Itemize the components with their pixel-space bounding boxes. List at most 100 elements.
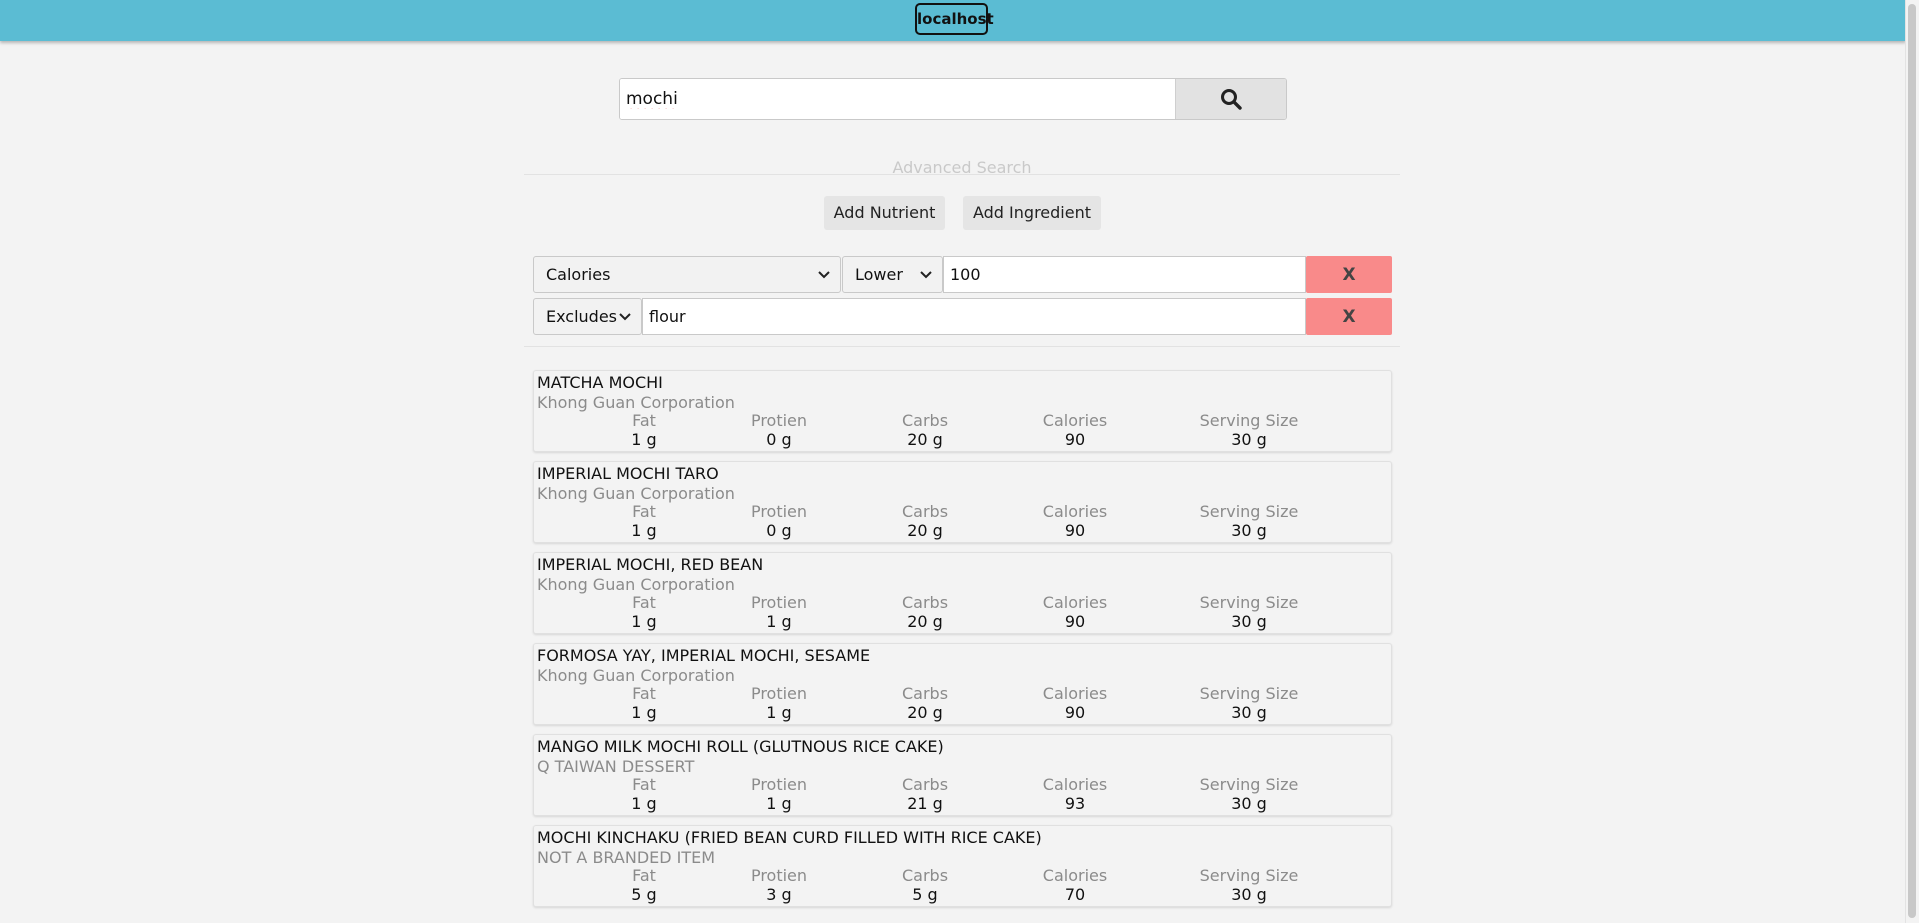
- stat-serving: Serving Size 30 g: [1200, 411, 1299, 449]
- stat-value: 90: [1064, 521, 1086, 540]
- result-card[interactable]: FORMOSA YAY, IMPERIAL MOCHI, SESAME Khon…: [533, 643, 1392, 725]
- stat-value: 1 g: [766, 612, 792, 631]
- result-card[interactable]: MATCHA MOCHI Khong Guan Corporation Fat 1…: [533, 370, 1392, 452]
- stat-label: Fat: [632, 593, 656, 612]
- stat-carbs: Carbs 21 g: [902, 775, 948, 813]
- stat-value: 90: [1064, 430, 1086, 449]
- scrollbar-thumb[interactable]: [1908, 4, 1916, 918]
- stat-label: Fat: [632, 775, 656, 794]
- stat-label: Serving Size: [1199, 866, 1299, 885]
- stat-label: Fat: [632, 684, 656, 703]
- nutrient-select[interactable]: Calories: [533, 256, 841, 293]
- stat-value: 20 g: [907, 612, 943, 631]
- ingredient-mode-select[interactable]: Excludes: [533, 298, 642, 335]
- stat-value: 20 g: [907, 430, 943, 449]
- result-brand: Khong Guan Corporation: [537, 575, 735, 594]
- stat-label: Fat: [632, 866, 656, 885]
- stat-value: 70: [1064, 885, 1086, 904]
- stat-label: Protien: [750, 684, 808, 703]
- result-name: IMPERIAL MOCHI, RED BEAN: [537, 555, 764, 574]
- stat-label: Calories: [1042, 593, 1108, 612]
- stat-fat: Fat 5 g: [631, 866, 656, 904]
- ingredient-mode-value: Excludes: [546, 307, 618, 326]
- stat-value: 1 g: [631, 794, 657, 813]
- stat-carbs: Carbs 5 g: [902, 866, 948, 904]
- stat-carbs: Carbs 20 g: [902, 593, 948, 631]
- nutrient-filter-row: Calories Lower 100 X: [533, 256, 1392, 293]
- remove-ingredient-filter-button[interactable]: X: [1306, 298, 1392, 335]
- stat-label: Calories: [1042, 684, 1108, 703]
- stat-protein: Protien 1 g: [751, 775, 807, 813]
- nutrient-select-value: Calories: [546, 265, 611, 284]
- results-list: MATCHA MOCHI Khong Guan Corporation Fat 1…: [533, 370, 1392, 916]
- result-brand: Q TAIWAN DESSERT: [537, 757, 695, 776]
- stat-protein: Protien 0 g: [751, 411, 807, 449]
- stat-protein: Protien 1 g: [751, 684, 807, 722]
- stat-label: Calories: [1042, 866, 1108, 885]
- stat-value: 30 g: [1231, 430, 1267, 449]
- stat-value: 30 g: [1231, 521, 1267, 540]
- stat-value: 30 g: [1231, 794, 1267, 813]
- stat-label: Serving Size: [1199, 593, 1299, 612]
- nutrient-value-input[interactable]: 100: [943, 256, 1306, 293]
- stat-serving: Serving Size 30 g: [1200, 775, 1299, 813]
- result-name: FORMOSA YAY, IMPERIAL MOCHI, SESAME: [537, 646, 871, 665]
- bound-select[interactable]: Lower: [842, 256, 943, 293]
- result-card[interactable]: MANGO MILK MOCHI ROLL (GLUTNOUS RICE CAK…: [533, 734, 1392, 816]
- stat-value: 30 g: [1231, 612, 1267, 631]
- stat-label: Serving Size: [1199, 775, 1299, 794]
- page-scrollbar[interactable]: [1905, 0, 1919, 923]
- result-card[interactable]: MOCHI KINCHAKU (FRIED BEAN CURD FILLED W…: [533, 825, 1392, 907]
- stat-label: Serving Size: [1199, 411, 1299, 430]
- stat-label: Carbs: [901, 775, 949, 794]
- stat-value: 1 g: [631, 703, 657, 722]
- stat-label: Serving Size: [1199, 502, 1299, 521]
- remove-nutrient-filter-button[interactable]: X: [1306, 256, 1392, 293]
- stat-value: 5 g: [912, 885, 938, 904]
- stat-label: Serving Size: [1199, 684, 1299, 703]
- stat-label: Calories: [1042, 775, 1108, 794]
- stat-calories: Calories 90: [1043, 593, 1107, 631]
- add-nutrient-button[interactable]: Add Nutrient: [824, 196, 945, 230]
- search-icon: [1221, 89, 1242, 110]
- stat-label: Fat: [632, 411, 656, 430]
- stat-value: 5 g: [631, 885, 657, 904]
- stat-fat: Fat 1 g: [631, 775, 656, 813]
- search-input[interactable]: [620, 79, 1175, 119]
- stat-calories: Calories 90: [1043, 502, 1107, 540]
- stat-value: 20 g: [907, 521, 943, 540]
- stat-value: 1 g: [766, 794, 792, 813]
- chevron-down-icon: [920, 270, 932, 278]
- advanced-search-label: Advanced Search: [892, 158, 1032, 177]
- stat-serving: Serving Size 30 g: [1200, 502, 1299, 540]
- search-button[interactable]: [1175, 79, 1286, 119]
- stat-protein: Protien 0 g: [751, 502, 807, 540]
- stat-value: 30 g: [1231, 885, 1267, 904]
- result-name: MOCHI KINCHAKU (FRIED BEAN CURD FILLED W…: [537, 828, 1042, 847]
- add-ingredient-button[interactable]: Add Ingredient: [963, 196, 1101, 230]
- stat-label: Protien: [750, 866, 808, 885]
- stat-value: 1 g: [631, 430, 657, 449]
- ingredient-filter-row: Excludes flour X: [533, 298, 1392, 335]
- host-badge: localhost: [915, 3, 994, 35]
- stat-serving: Serving Size 30 g: [1200, 593, 1299, 631]
- stat-label: Carbs: [901, 593, 949, 612]
- stat-label: Carbs: [901, 684, 949, 703]
- stat-label: Fat: [632, 502, 656, 521]
- stat-value: 20 g: [907, 703, 943, 722]
- result-card[interactable]: IMPERIAL MOCHI, RED BEAN Khong Guan Corp…: [533, 552, 1392, 634]
- stat-calories: Calories 70: [1043, 866, 1107, 904]
- stat-calories: Calories 90: [1043, 684, 1107, 722]
- result-brand: Khong Guan Corporation: [537, 484, 735, 503]
- stat-serving: Serving Size 30 g: [1200, 866, 1299, 904]
- stat-label: Calories: [1042, 502, 1108, 521]
- stat-fat: Fat 1 g: [631, 411, 656, 449]
- stat-carbs: Carbs 20 g: [902, 411, 948, 449]
- stat-label: Protien: [750, 502, 808, 521]
- stat-value: 0 g: [766, 521, 792, 540]
- stat-calories: Calories 90: [1043, 411, 1107, 449]
- stat-carbs: Carbs 20 g: [902, 684, 948, 722]
- stat-label: Protien: [750, 411, 808, 430]
- result-card[interactable]: IMPERIAL MOCHI TARO Khong Guan Corporati…: [533, 461, 1392, 543]
- ingredient-value-input[interactable]: flour: [642, 298, 1306, 335]
